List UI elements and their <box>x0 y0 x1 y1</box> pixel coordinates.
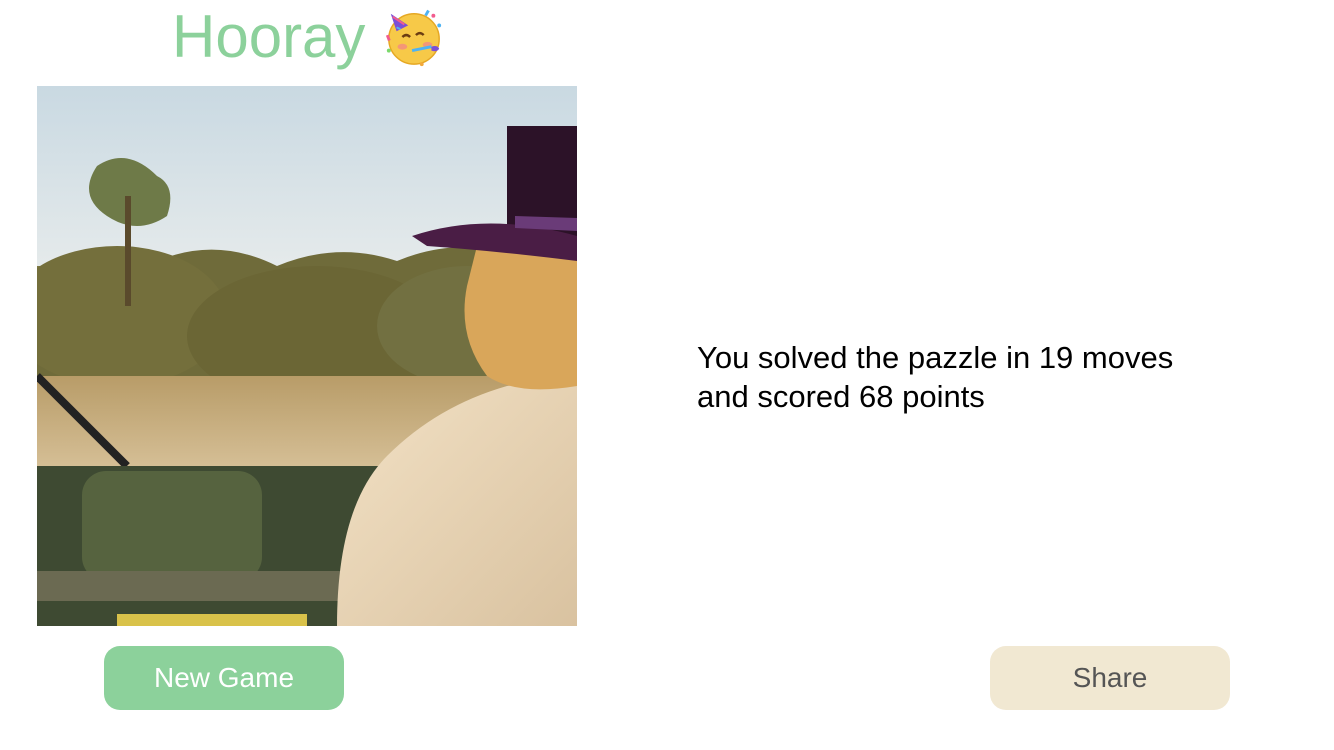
share-button[interactable]: Share <box>990 646 1230 710</box>
page-title: Hooray <box>172 2 445 72</box>
solved-puzzle-image <box>37 86 577 626</box>
result-line-2: and scored 68 points <box>697 379 985 414</box>
result-line-1: You solved the pazzle in 19 moves <box>697 340 1174 375</box>
result-message: You solved the pazzle in 19 moves and sc… <box>697 338 1297 416</box>
new-game-button[interactable]: New Game <box>104 646 344 710</box>
title-text: Hooray <box>172 3 366 70</box>
partying-face-icon <box>383 6 445 68</box>
